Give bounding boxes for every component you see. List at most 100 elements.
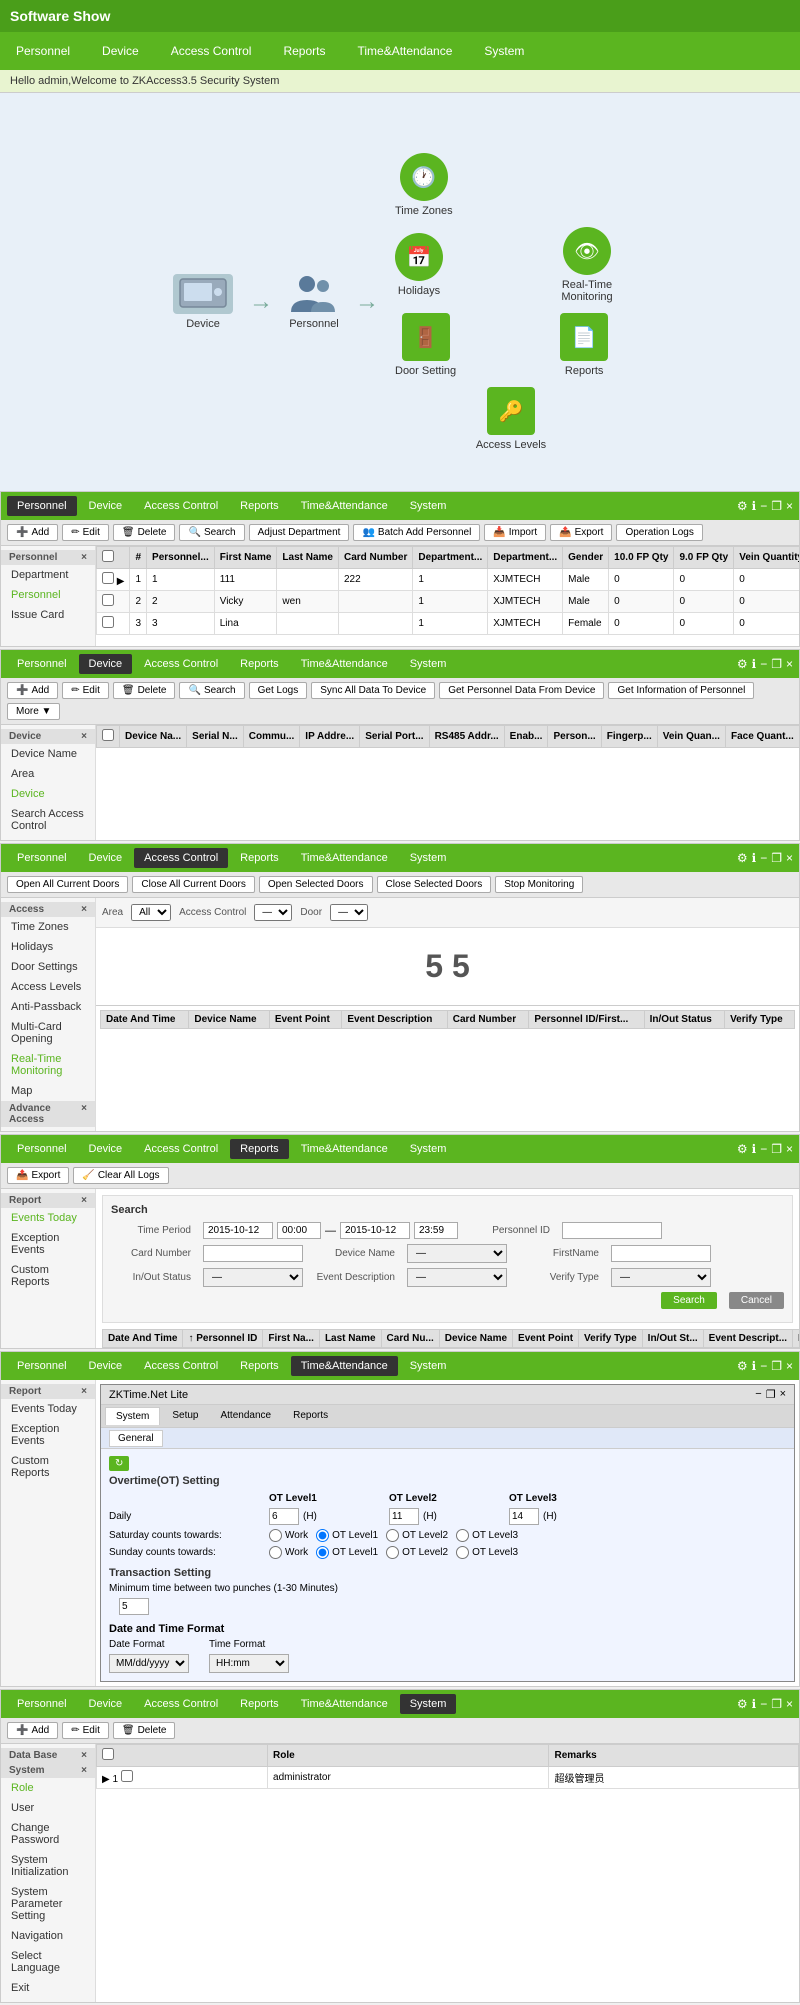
- rnav-access[interactable]: Access Control: [134, 1139, 228, 1159]
- time-from-input[interactable]: [277, 1222, 321, 1239]
- sidebar-door-settings[interactable]: Door Settings: [1, 957, 95, 977]
- open-selected-button[interactable]: Open Selected Doors: [259, 876, 373, 893]
- date-to-input[interactable]: [340, 1222, 410, 1239]
- delete-button[interactable]: 🗑 Delete: [113, 524, 176, 541]
- anav-reports[interactable]: Reports: [230, 848, 289, 868]
- first-name-input[interactable]: [611, 1245, 711, 1262]
- personnel-sidebar-section[interactable]: Personnel ×: [1, 550, 95, 565]
- date-from-input[interactable]: [203, 1222, 273, 1239]
- synav-device[interactable]: Device: [79, 1694, 133, 1714]
- sidebar-sys-param[interactable]: System Parameter Setting: [1, 1882, 95, 1926]
- advance-access-section[interactable]: Advance Access ×: [1, 1101, 95, 1127]
- sidebar-personnel[interactable]: Personnel: [1, 585, 95, 605]
- export-button[interactable]: 📤 Export: [550, 524, 612, 541]
- row-checkbox[interactable]: [102, 572, 114, 584]
- date-format-select[interactable]: MM/dd/yyyy: [109, 1654, 189, 1673]
- sat-ot2-radio[interactable]: [386, 1529, 399, 1542]
- gear-icon[interactable]: ⚙: [737, 657, 748, 671]
- sidebar-device[interactable]: Device: [1, 784, 95, 804]
- sidebar-time-zones[interactable]: Time Zones: [1, 917, 95, 937]
- rnav-ta[interactable]: Time&Attendance: [291, 1139, 398, 1159]
- batch-add-button[interactable]: 👥 Batch Add Personnel: [353, 524, 480, 541]
- area-select[interactable]: All: [131, 904, 171, 921]
- event-desc-select[interactable]: —: [407, 1268, 507, 1287]
- sidebar-multi-card[interactable]: Multi-Card Opening: [1, 1017, 95, 1049]
- verify-type-select[interactable]: —: [611, 1268, 711, 1287]
- gear-icon[interactable]: ⚙: [737, 1359, 748, 1373]
- sidebar-change-password[interactable]: Change Password: [1, 1818, 95, 1850]
- close-selected-button[interactable]: Close Selected Doors: [377, 876, 492, 893]
- minimize-icon[interactable]: −: [760, 1697, 767, 1711]
- get-info-button[interactable]: Get Information of Personnel: [608, 682, 754, 699]
- sat-ot3-radio[interactable]: [456, 1529, 469, 1542]
- device-name-select[interactable]: —: [407, 1244, 507, 1263]
- access-control-select[interactable]: —: [254, 904, 292, 921]
- close-all-doors-button[interactable]: Close All Current Doors: [132, 876, 254, 893]
- nav-time-attendance[interactable]: Time&Attendance: [341, 38, 468, 64]
- sat-ot1-radio[interactable]: [316, 1529, 329, 1542]
- search-submit-button[interactable]: Search: [661, 1292, 717, 1309]
- sun-ot1-radio[interactable]: [316, 1546, 329, 1559]
- pnav-device[interactable]: Device: [79, 496, 133, 516]
- table-row[interactable]: ▶ 111112221XJMTECHMale0000: [97, 569, 800, 591]
- search-cancel-button[interactable]: Cancel: [729, 1292, 784, 1309]
- rnav-personnel[interactable]: Personnel: [7, 1139, 77, 1159]
- ta-sidebar-exception-events[interactable]: Exception Events: [1, 1419, 95, 1451]
- restore-icon[interactable]: ❐: [771, 1142, 782, 1156]
- more-button[interactable]: More ▼: [7, 703, 60, 720]
- info-icon[interactable]: ℹ: [752, 1359, 757, 1373]
- close-icon[interactable]: ×: [786, 1359, 793, 1373]
- card-number-input[interactable]: [203, 1245, 303, 1262]
- tanav-access[interactable]: Access Control: [134, 1356, 228, 1376]
- dnav-ta[interactable]: Time&Attendance: [291, 654, 398, 674]
- popup-minimize-button[interactable]: −: [755, 1388, 761, 1401]
- ta-tab-setup[interactable]: Setup: [162, 1407, 208, 1425]
- access-sidebar-section[interactable]: Access ×: [1, 902, 95, 917]
- dnav-personnel[interactable]: Personnel: [7, 654, 77, 674]
- info-icon[interactable]: ℹ: [752, 657, 757, 671]
- synav-reports[interactable]: Reports: [230, 1694, 289, 1714]
- sidebar-realtime[interactable]: Real-Time Monitoring: [1, 1049, 95, 1081]
- popup-close-button[interactable]: ×: [780, 1388, 786, 1401]
- minimize-icon[interactable]: −: [760, 1142, 767, 1156]
- nav-personnel[interactable]: Personnel: [0, 38, 86, 64]
- dnav-device[interactable]: Device: [79, 654, 133, 674]
- synav-access[interactable]: Access Control: [134, 1694, 228, 1714]
- pnav-system[interactable]: System: [400, 496, 457, 516]
- ta-sidebar-custom-reports[interactable]: Custom Reports: [1, 1451, 95, 1483]
- close-icon[interactable]: ×: [786, 851, 793, 865]
- anav-personnel[interactable]: Personnel: [7, 848, 77, 868]
- tanav-personnel[interactable]: Personnel: [7, 1356, 77, 1376]
- delete-button[interactable]: 🗑 Delete: [113, 682, 176, 699]
- close-icon[interactable]: ×: [786, 1142, 793, 1156]
- synav-system[interactable]: System: [400, 1694, 457, 1714]
- stop-monitoring-button[interactable]: Stop Monitoring: [495, 876, 583, 893]
- device-sidebar-section[interactable]: Device ×: [1, 729, 95, 744]
- export-button[interactable]: 📤 Export: [7, 1167, 69, 1184]
- sidebar-select-language[interactable]: Select Language: [1, 1946, 95, 1978]
- refresh-button[interactable]: ↻: [109, 1456, 129, 1471]
- add-button[interactable]: ➕ Add: [7, 1722, 58, 1739]
- tanav-system[interactable]: System: [400, 1356, 457, 1376]
- ta-sidebar-section[interactable]: Report ×: [1, 1384, 95, 1399]
- minimize-icon[interactable]: −: [760, 851, 767, 865]
- sidebar-navigation[interactable]: Navigation: [1, 1926, 95, 1946]
- delete-button[interactable]: 🗑 Delete: [113, 1722, 176, 1739]
- info-icon[interactable]: ℹ: [752, 1697, 757, 1711]
- rnav-system[interactable]: System: [400, 1139, 457, 1159]
- sidebar-sys-init[interactable]: System Initialization: [1, 1850, 95, 1882]
- table-row[interactable]: 22Vickywen1XJMTECHMale0000: [97, 591, 800, 613]
- edit-button[interactable]: ✏ Edit: [62, 682, 109, 699]
- gear-icon[interactable]: ⚙: [737, 1697, 748, 1711]
- search-button[interactable]: 🔍 Search: [179, 682, 244, 699]
- info-icon[interactable]: ℹ: [752, 499, 757, 513]
- system-sidebar-sys-section[interactable]: System ×: [1, 1763, 95, 1778]
- sidebar-role[interactable]: Role: [1, 1778, 95, 1798]
- reports-sidebar-section[interactable]: Report ×: [1, 1193, 95, 1208]
- row-checkbox[interactable]: [121, 1770, 133, 1782]
- daily-level3-input[interactable]: [509, 1508, 539, 1525]
- system-sidebar-db-section[interactable]: Data Base ×: [1, 1748, 95, 1763]
- sidebar-map[interactable]: Map: [1, 1081, 95, 1101]
- sun-work-radio[interactable]: [269, 1546, 282, 1559]
- edit-button[interactable]: ✏ Edit: [62, 524, 109, 541]
